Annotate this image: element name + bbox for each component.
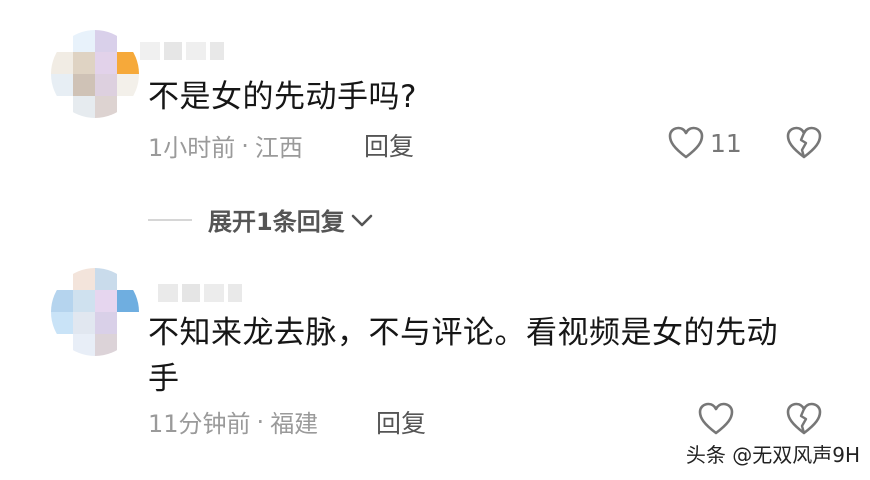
avatar-mosaic-cell xyxy=(51,290,73,312)
avatar-mosaic-cell xyxy=(117,268,139,290)
divider-line xyxy=(148,218,192,221)
avatar-mosaic-cell xyxy=(95,312,117,334)
comment-meta: 11分钟前 · 福建 xyxy=(148,404,318,439)
avatar-mosaic-cell xyxy=(117,30,139,52)
username-mosaic-cell xyxy=(158,284,178,302)
heart-outline-icon xyxy=(668,126,704,159)
dislike-button[interactable] xyxy=(786,126,822,160)
avatar-mosaic-cell xyxy=(117,290,139,312)
username-mosaic-cell xyxy=(164,42,182,60)
comment-text: 不知来龙去脉，不与评论。看视频是女的先动手 xyxy=(148,315,778,397)
username-mosaic-cell xyxy=(140,42,160,60)
avatar-mosaic-cell xyxy=(73,268,95,290)
avatar-mosaic-cell xyxy=(73,30,95,52)
heart-outline-icon xyxy=(698,402,734,435)
like-button[interactable] xyxy=(698,402,734,436)
watermark: 头条 @无双风声9H xyxy=(685,443,860,467)
avatar-mosaic-cell xyxy=(117,96,139,118)
expand-replies-button[interactable]: 展开1条回复 xyxy=(148,202,375,237)
reply-button[interactable]: 回复 xyxy=(364,127,414,163)
avatar-mosaic-cell xyxy=(51,334,73,356)
avatar-mosaic-cell xyxy=(117,334,139,356)
avatar-mosaic-cell xyxy=(95,96,117,118)
avatar-mosaic-cell xyxy=(51,74,73,96)
like-count: 11 xyxy=(710,128,742,158)
avatar-mosaic-cell xyxy=(73,74,95,96)
avatar[interactable] xyxy=(51,30,139,118)
expand-label: 展开1条回复 xyxy=(208,208,345,236)
comment-text: 不是女的先动手吗? xyxy=(148,79,417,115)
chevron-down-icon xyxy=(351,214,373,226)
comment-location: 江西 xyxy=(254,134,303,162)
avatar-mosaic-cell xyxy=(51,268,73,290)
meta-separator: · xyxy=(241,131,249,160)
avatar-mosaic-cell xyxy=(95,74,117,96)
username-mosaic-cell xyxy=(228,284,242,302)
comment-time: 11分钟前 xyxy=(148,410,251,438)
broken-heart-icon xyxy=(786,126,822,159)
avatar-mosaic-cell xyxy=(117,52,139,74)
broken-heart-icon xyxy=(786,402,822,435)
avatar-mosaic-cell xyxy=(51,30,73,52)
avatar-mosaic-cell xyxy=(95,268,117,290)
username-mosaic-cell xyxy=(210,42,224,60)
comment-location: 福建 xyxy=(270,410,319,438)
like-button[interactable]: 11 xyxy=(668,126,742,160)
avatar-mosaic-cell xyxy=(95,334,117,356)
avatar[interactable] xyxy=(51,268,139,356)
avatar-mosaic-cell xyxy=(117,74,139,96)
reply-button[interactable]: 回复 xyxy=(376,404,426,440)
comment-meta: 1小时前 · 江西 xyxy=(148,128,303,163)
avatar-mosaic-cell xyxy=(73,290,95,312)
avatar-mosaic-cell xyxy=(95,30,117,52)
avatar-mosaic-cell xyxy=(73,96,95,118)
username-mosaic-cell xyxy=(182,284,200,302)
comment-time: 1小时前 xyxy=(148,134,236,162)
username-mosaic-cell xyxy=(186,42,206,60)
meta-separator: · xyxy=(256,407,265,436)
avatar-mosaic-cell xyxy=(95,52,117,74)
avatar-mosaic-cell xyxy=(73,312,95,334)
username-blurred[interactable] xyxy=(140,42,224,60)
dislike-button[interactable] xyxy=(786,402,822,436)
username-mosaic-cell xyxy=(204,284,224,302)
avatar-mosaic-cell xyxy=(73,334,95,356)
avatar-mosaic-cell xyxy=(51,312,73,334)
avatar-mosaic-cell xyxy=(95,290,117,312)
avatar-mosaic-cell xyxy=(51,52,73,74)
avatar-mosaic-cell xyxy=(73,52,95,74)
avatar-mosaic-cell xyxy=(117,312,139,334)
username-blurred[interactable] xyxy=(158,284,242,302)
avatar-mosaic-cell xyxy=(51,96,73,118)
